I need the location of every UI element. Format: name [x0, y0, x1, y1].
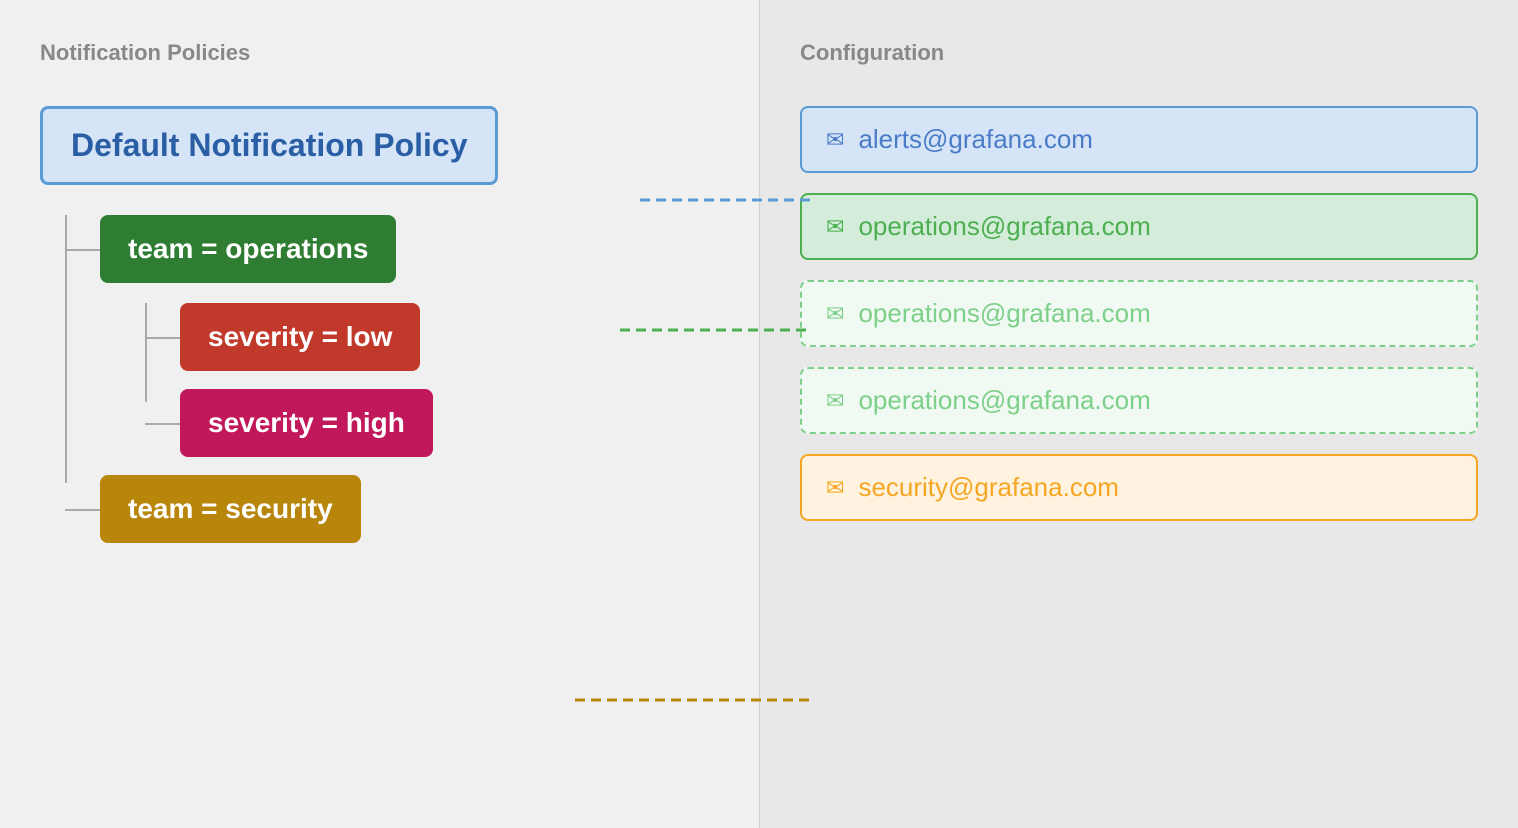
default-policy-box[interactable]: Default Notification Policy — [40, 106, 498, 185]
security-email-box[interactable]: ✉ security@grafana.com — [800, 454, 1478, 521]
ops-inherited1-email-box: ✉ operations@grafana.com — [800, 280, 1478, 347]
ops-inherited1-config-row: ✉ operations@grafana.com — [800, 280, 1478, 347]
default-config-row: ✉ alerts@grafana.com — [800, 106, 1478, 173]
high-severity-row: severity = high — [180, 389, 719, 457]
default-email-box[interactable]: ✉ alerts@grafana.com — [800, 106, 1478, 173]
ops-inherited2-email-text: operations@grafana.com — [858, 385, 1150, 416]
ops-inherited2-email-box: ✉ operations@grafana.com — [800, 367, 1478, 434]
right-panel-title: Configuration — [800, 40, 1478, 66]
mail-icon-ops: ✉ — [826, 214, 844, 240]
left-panel: Notification Policies Default Notificati… — [0, 0, 759, 828]
default-email-text: alerts@grafana.com — [858, 124, 1093, 155]
left-panel-title: Notification Policies — [40, 40, 719, 66]
mail-icon-ops-inherited2: ✉ — [826, 388, 844, 414]
default-policy-row: Default Notification Policy — [40, 106, 719, 185]
security-email-text: security@grafana.com — [858, 472, 1119, 503]
right-panel: Configuration ✉ alerts@grafana.com ✉ ope… — [759, 0, 1518, 828]
security-policy-box[interactable]: team = security — [100, 475, 361, 543]
ops-subchildren: severity = low severity = high — [180, 303, 719, 457]
mail-icon-default: ✉ — [826, 127, 844, 153]
ops-inherited2-config-row: ✉ operations@grafana.com — [800, 367, 1478, 434]
high-severity-box[interactable]: severity = high — [180, 389, 433, 457]
low-severity-row: severity = low — [180, 303, 719, 371]
ops-policy-box[interactable]: team = operations — [100, 215, 396, 283]
mail-icon-security: ✉ — [826, 475, 844, 501]
config-section: ✉ alerts@grafana.com ✉ operations@grafan… — [800, 106, 1478, 521]
ops-config-row: ✉ operations@grafana.com — [800, 193, 1478, 260]
ops-inherited1-email-text: operations@grafana.com — [858, 298, 1150, 329]
ops-policy-row: team = operations — [100, 215, 719, 283]
security-policy-row: team = security — [100, 475, 719, 543]
security-config-row: ✉ security@grafana.com — [800, 454, 1478, 521]
low-severity-box[interactable]: severity = low — [180, 303, 420, 371]
mail-icon-ops-inherited1: ✉ — [826, 301, 844, 327]
ops-email-box[interactable]: ✉ operations@grafana.com — [800, 193, 1478, 260]
ops-email-text: operations@grafana.com — [858, 211, 1150, 242]
policy-children: team = operations severity = low severit… — [100, 215, 719, 543]
